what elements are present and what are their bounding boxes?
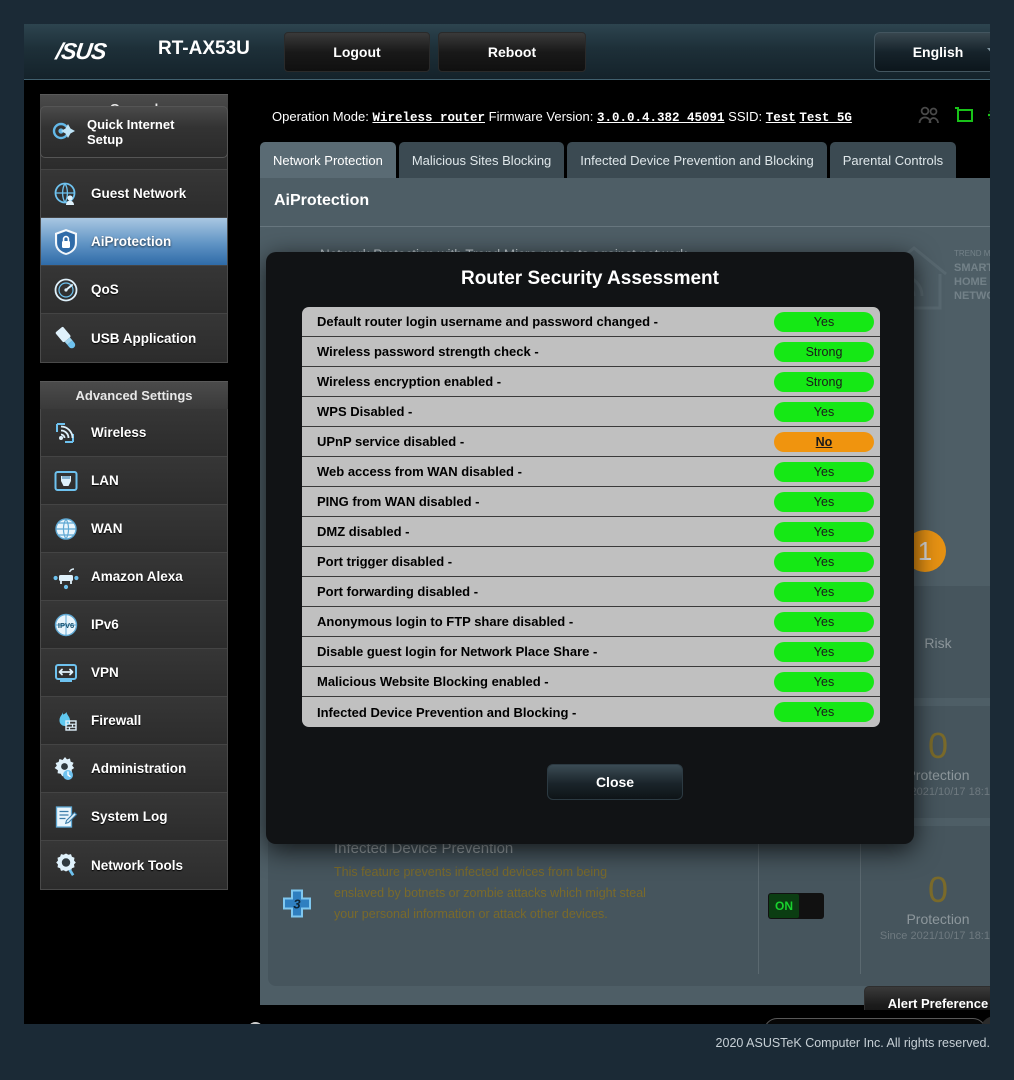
assessment-row-status-pill[interactable]: Yes: [774, 702, 874, 722]
assessment-list: Default router login username and passwo…: [302, 307, 880, 727]
router-security-assessment-dialog: Router Security Assessment Default route…: [266, 252, 914, 844]
assessment-row-label: PING from WAN disabled -: [302, 494, 774, 509]
assessment-row-status-pill[interactable]: Yes: [774, 462, 874, 482]
assessment-row: Wireless encryption enabled -Strong: [302, 367, 880, 397]
assessment-row-status-pill[interactable]: Yes: [774, 522, 874, 542]
assessment-row-status-pill[interactable]: Yes: [774, 612, 874, 632]
modal-overlay: Router Security Assessment Default route…: [24, 24, 990, 1024]
assessment-row-status-pill[interactable]: Yes: [774, 582, 874, 602]
assessment-row-label: Infected Device Prevention and Blocking …: [302, 705, 774, 720]
assessment-row-label: Wireless encryption enabled -: [302, 374, 774, 389]
copyright-text: 2020 ASUSTeK Computer Inc. All rights re…: [716, 1036, 990, 1050]
assessment-row: WPS Disabled -Yes: [302, 397, 880, 427]
assessment-row-label: Malicious Website Blocking enabled -: [302, 674, 774, 689]
assessment-row-label: UPnP service disabled -: [302, 434, 774, 449]
assessment-row-status-pill[interactable]: Strong: [774, 372, 874, 392]
assessment-row-label: Anonymous login to FTP share disabled -: [302, 614, 774, 629]
assessment-row-status-pill[interactable]: Yes: [774, 552, 874, 572]
assessment-row-label: Port forwarding disabled -: [302, 584, 774, 599]
assessment-row-label: Default router login username and passwo…: [302, 314, 774, 329]
assessment-row: Malicious Website Blocking enabled -Yes: [302, 667, 880, 697]
assessment-row-label: WPS Disabled -: [302, 404, 774, 419]
assessment-row-label: DMZ disabled -: [302, 524, 774, 539]
assessment-row-status-pill[interactable]: No: [774, 432, 874, 452]
assessment-row-label: Disable guest login for Network Place Sh…: [302, 644, 774, 659]
close-button[interactable]: Close: [547, 764, 683, 800]
assessment-row-label: Wireless password strength check -: [302, 344, 774, 359]
assessment-row: Infected Device Prevention and Blocking …: [302, 697, 880, 727]
assessment-row-status-pill[interactable]: Strong: [774, 342, 874, 362]
assessment-row-status-pill[interactable]: Yes: [774, 312, 874, 332]
assessment-row: PING from WAN disabled -Yes: [302, 487, 880, 517]
assessment-row: Wireless password strength check -Strong: [302, 337, 880, 367]
assessment-row-label: Port trigger disabled -: [302, 554, 774, 569]
assessment-row: Default router login username and passwo…: [302, 307, 880, 337]
assessment-row-status-pill[interactable]: Yes: [774, 642, 874, 662]
assessment-row: Port trigger disabled -Yes: [302, 547, 880, 577]
dialog-title: Router Security Assessment: [266, 268, 914, 290]
router-admin-window: /SUS RT-AX53U Logout Reboot English Quic…: [24, 24, 990, 1024]
assessment-row: DMZ disabled -Yes: [302, 517, 880, 547]
assessment-row-status-pill[interactable]: Yes: [774, 672, 874, 692]
assessment-row-label: Web access from WAN disabled -: [302, 464, 774, 479]
assessment-row-status-pill[interactable]: Yes: [774, 402, 874, 422]
assessment-row: Anonymous login to FTP share disabled -Y…: [302, 607, 880, 637]
assessment-row: UPnP service disabled -No: [302, 427, 880, 457]
assessment-row: Port forwarding disabled -Yes: [302, 577, 880, 607]
assessment-row: Disable guest login for Network Place Sh…: [302, 637, 880, 667]
assessment-row-status-pill[interactable]: Yes: [774, 492, 874, 512]
assessment-row: Web access from WAN disabled -Yes: [302, 457, 880, 487]
